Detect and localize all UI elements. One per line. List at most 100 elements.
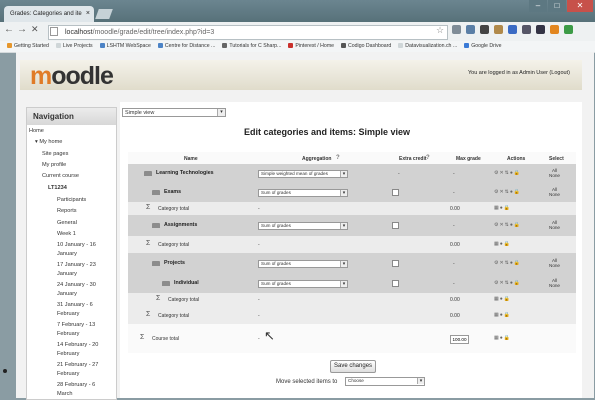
nav-item[interactable]: 21 February - 27 (57, 362, 98, 369)
moodle-logo[interactable]: moodle (30, 62, 114, 91)
nav-item[interactable]: Week 1 (57, 231, 76, 238)
aggregation-select[interactable]: Sum of grades ▾ (258, 259, 348, 268)
nav-item[interactable]: March (57, 391, 73, 398)
extension-icon[interactable] (508, 25, 517, 34)
stop-icon[interactable]: ✕ (31, 24, 39, 35)
category-name[interactable]: Projects (164, 260, 185, 266)
maximize-button[interactable]: □ (548, 0, 566, 12)
nav-item[interactable]: January (57, 271, 77, 278)
nav-item[interactable]: Home (29, 128, 44, 135)
aggregation-select[interactable]: Simple weighted mean of grades ▾ (258, 169, 348, 178)
extension-icon[interactable] (564, 25, 573, 34)
action-icons[interactable]: ⚙✕⇅●🔒 (494, 170, 521, 176)
minimize-button[interactable]: – (529, 0, 547, 12)
nav-item[interactable]: Site pages (42, 151, 68, 158)
action-icons[interactable]: ▦●🔒 (494, 241, 511, 247)
help-icon[interactable]: ? (426, 155, 430, 161)
nav-item[interactable]: 17 January - 23 (57, 262, 96, 269)
url-path: /moodle/grade/edit/tree/index.php?id=3 (92, 29, 215, 36)
extension-icon[interactable] (480, 25, 489, 34)
browser-tab[interactable]: Grades: Categories and ite × (4, 6, 94, 22)
bookmark-item[interactable]: Getting Started (7, 41, 49, 52)
nav-item[interactable]: Reports (57, 208, 77, 215)
extra-credit-checkbox[interactable] (392, 221, 399, 229)
extra-credit-checkbox[interactable] (392, 188, 399, 196)
extension-icon[interactable] (536, 25, 545, 34)
category-name[interactable]: Learning Technologies (156, 170, 214, 176)
bookmark-item[interactable]: Pinterest / Home (288, 41, 334, 52)
bookmark-item[interactable]: Google Drive (464, 41, 501, 52)
aggregation-select[interactable]: Sum of grades ▾ (258, 279, 348, 288)
nav-item[interactable]: 10 January - 16 (57, 242, 96, 249)
action-icons[interactable]: ⚙✕⇅●🔒 (494, 260, 521, 266)
nav-item[interactable]: February (57, 311, 79, 318)
select-all-none[interactable]: All None (549, 258, 560, 268)
nav-item[interactable]: January (57, 251, 77, 258)
aggregation-select[interactable]: Sum of grades ▾ (258, 188, 348, 197)
action-icons[interactable]: ▦●🔒 (494, 312, 511, 318)
extension-icon[interactable] (452, 25, 461, 34)
bookmark-label: Getting Started (14, 43, 49, 49)
select-all-none[interactable]: All None (549, 168, 560, 178)
action-icons[interactable]: ⚙✕⇅●🔒 (494, 189, 521, 195)
nav-item[interactable]: Participants (57, 197, 86, 204)
category-name[interactable]: Assignments (164, 222, 197, 228)
extra-credit-checkbox[interactable] (392, 259, 399, 267)
select-none-link[interactable]: None (549, 283, 560, 288)
bookmark-star-icon[interactable]: ☆ (436, 25, 444, 36)
select-all-none[interactable]: All None (549, 220, 560, 230)
address-bar[interactable]: localhost/moodle/grade/edit/tree/index.p… (48, 25, 448, 40)
extra-credit-checkbox[interactable] (392, 279, 399, 287)
nav-item[interactable]: General (57, 220, 77, 227)
action-icons[interactable]: ▦●🔒 (494, 335, 511, 341)
select-none-link[interactable]: None (549, 263, 560, 268)
view-select[interactable]: Simple view ▾ (122, 108, 226, 117)
bookmark-item[interactable]: Codigo Dashboard (341, 41, 391, 52)
select-none-link[interactable]: None (549, 225, 560, 230)
move-items-select[interactable]: Choose ▾ (345, 377, 425, 386)
aggregation-select[interactable]: Sum of grades ▾ (258, 221, 348, 230)
action-icons[interactable]: ⚙✕⇅●🔒 (494, 222, 521, 228)
action-icons[interactable]: ▦●🔒 (494, 205, 511, 211)
nav-item[interactable]: February (57, 371, 79, 378)
category-name[interactable]: Exams (164, 189, 181, 195)
bookmark-item[interactable]: Datavisualization.ch ... (398, 41, 457, 52)
bookmark-item[interactable]: LSHTM WebSpace (99, 41, 151, 52)
bookmark-item[interactable]: Centre for Distance ... (157, 41, 215, 52)
nav-item[interactable]: 31 January - 6 (57, 302, 93, 309)
nav-item[interactable]: 24 January - 30 (57, 282, 96, 289)
nav-item[interactable]: 14 February - 20 (57, 342, 98, 349)
category-name[interactable]: Individual (174, 280, 199, 286)
extension-icon[interactable] (466, 25, 475, 34)
nav-item[interactable]: 7 February - 13 (57, 322, 95, 329)
nav-item[interactable]: Current course (42, 173, 79, 180)
action-icons[interactable]: ▦●🔒 (494, 296, 511, 302)
select-all-none[interactable]: All None (549, 278, 560, 288)
select-none-link[interactable]: None (549, 192, 560, 197)
nav-item[interactable]: February (57, 351, 79, 358)
save-changes-button[interactable]: Save changes (330, 360, 377, 373)
nav-item[interactable]: 28 February - 6 (57, 382, 95, 389)
nav-item[interactable]: ▾ My home (35, 139, 62, 146)
bookmark-item[interactable]: Tutorials for C Sharp... (222, 41, 281, 52)
extension-icon[interactable] (522, 25, 531, 34)
nav-item[interactable]: My profile (42, 162, 66, 169)
tab-close-icon[interactable]: × (86, 6, 90, 22)
select-none-link[interactable]: None (549, 173, 560, 178)
login-info: You are logged in as Admin User (Logout) (468, 70, 570, 76)
back-arrow-icon[interactable]: ← (4, 24, 14, 35)
help-icon[interactable]: ? (336, 155, 340, 161)
nav-item[interactable]: January (57, 291, 77, 298)
close-window-button[interactable]: ✕ (567, 0, 593, 12)
logout-link[interactable]: Logout (551, 70, 568, 76)
max-grade-input[interactable]: 100.00 (450, 334, 469, 344)
bookmark-item[interactable]: Live Projects (55, 41, 93, 52)
action-icons[interactable]: ⚙✕⇅●🔒 (494, 280, 521, 286)
forward-arrow-icon[interactable]: → (17, 24, 27, 35)
nav-item[interactable]: LT1234 (48, 185, 67, 192)
new-tab-button[interactable] (95, 9, 113, 19)
extension-icon[interactable] (550, 25, 559, 34)
select-all-none[interactable]: All None (549, 187, 560, 197)
nav-item[interactable]: February (57, 331, 79, 338)
extension-icon[interactable] (494, 25, 503, 34)
